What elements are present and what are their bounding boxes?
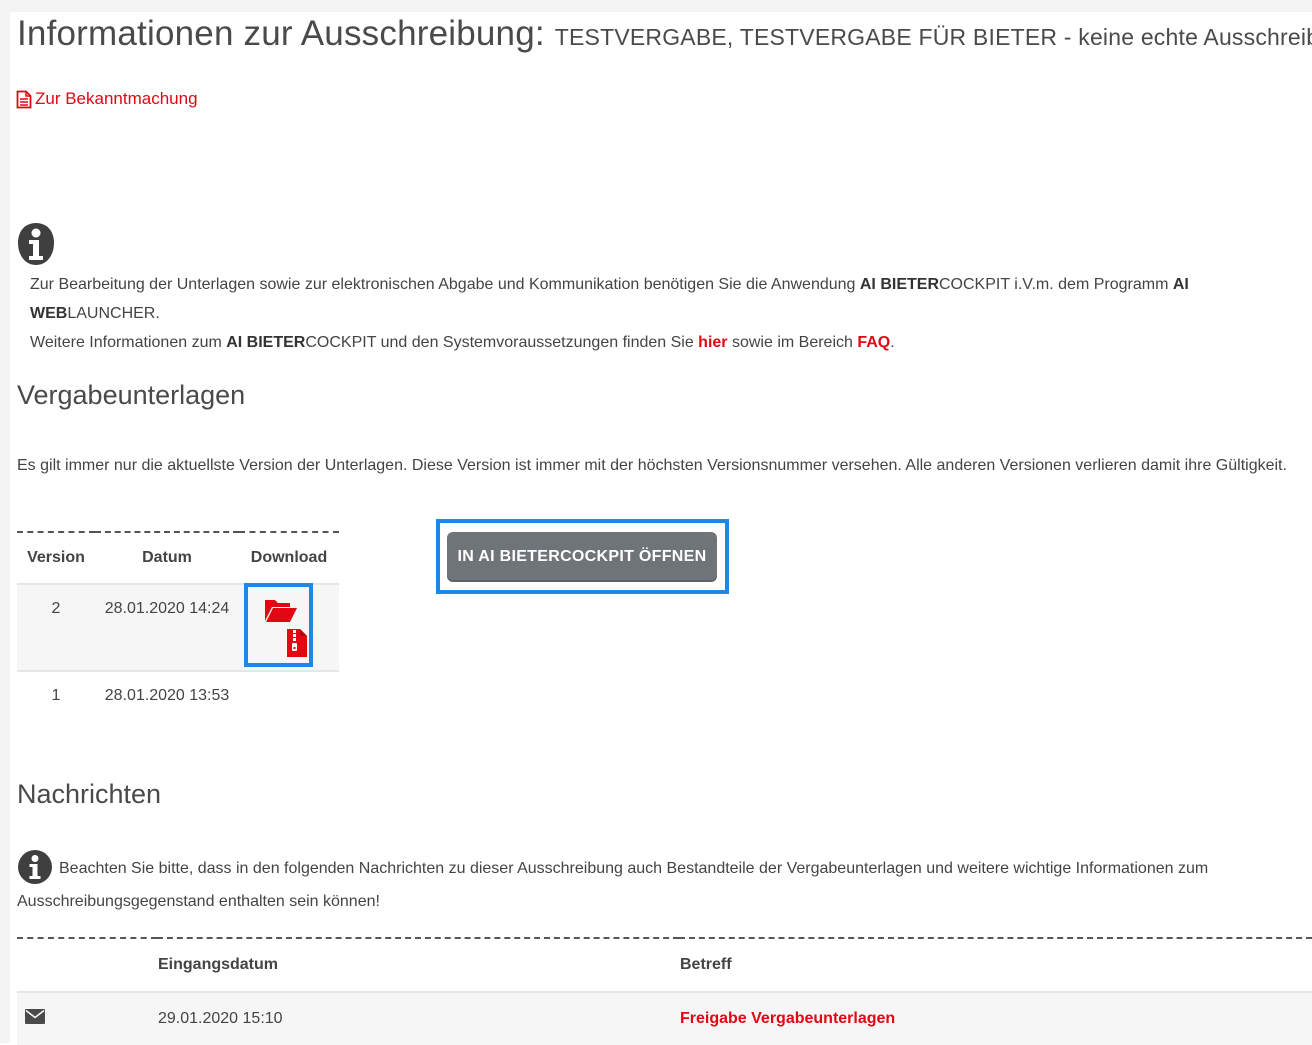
page-subtitle: TESTVERGABE, TESTVERGABE FÜR BIETER - ke… — [554, 24, 1312, 50]
download-highlight-box — [244, 583, 313, 667]
download-cell — [239, 671, 339, 727]
faq-link[interactable]: FAQ — [857, 334, 890, 351]
cockpit-label: COCKPIT — [939, 276, 1010, 293]
ai-bieter-label: AI BIETER — [859, 276, 939, 293]
info-text-part: . — [890, 334, 895, 351]
messages-table: Eingangsdatum Betreff 29.01.2020 15:10 F… — [17, 937, 1312, 1045]
table-row[interactable]: 29.01.2020 15:10 Freigabe Vergabeunterla… — [17, 992, 1312, 1045]
announcement-link[interactable]: Zur Bekanntmachung — [16, 89, 198, 109]
column-header-download: Download — [239, 532, 339, 585]
info-text: Zur Bearbeitung der Unterlagen sowie zur… — [30, 270, 1280, 357]
column-header-icon — [17, 938, 157, 993]
info-paragraph-2: Weitere Informationen zum AI BIETERCOCKP… — [30, 328, 1280, 357]
launcher-label: LAUNCHER — [67, 305, 156, 322]
info-text-part: i.V.m. dem Programm — [1009, 276, 1173, 293]
info-text-part: Zur Bearbeitung der Unterlagen sowie zur… — [30, 276, 860, 293]
vergabeunterlagen-heading: Vergabeunterlagen — [17, 380, 246, 410]
message-subject-cell: Freigabe Vergabeunterlagen — [679, 992, 1312, 1045]
info-icon — [18, 223, 54, 265]
version-cell: 1 — [51, 687, 61, 704]
info-text-part: . — [155, 305, 160, 322]
nachrichten-note: Beachten Sie bitte, dass in den folgende… — [17, 860, 1209, 910]
page-title-text: Informationen zur Ausschreibung: — [17, 14, 545, 53]
column-header-datum: Datum — [95, 532, 239, 585]
column-header-eingangsdatum: Eingangsdatum — [157, 938, 679, 993]
page-title: Informationen zur Ausschreibung: TESTVER… — [17, 14, 1312, 54]
announcement-link-label: Zur Bekanntmachung — [35, 89, 198, 108]
message-subject-link[interactable]: Freigabe Vergabeunterlagen — [680, 1010, 895, 1027]
datum-cell: 28.01.2020 14:24 — [95, 584, 239, 672]
info-paragraph-1: Zur Bearbeitung der Unterlagen sowie zur… — [30, 270, 1280, 328]
message-icon-cell — [17, 992, 157, 1045]
table-row: 1 28.01.2020 13:53 — [17, 671, 339, 727]
open-in-bietercockpit-button[interactable]: IN AI BIETERCOCKPIT ÖFFNEN — [447, 532, 717, 582]
column-header-betreff: Betreff — [679, 938, 1312, 993]
info-text-part: Weitere Informationen zum — [30, 334, 227, 351]
messages-table-header: Eingangsdatum Betreff — [17, 938, 1312, 993]
envelope-icon — [25, 1009, 45, 1024]
hier-link[interactable]: hier — [698, 334, 727, 351]
column-header-version: Version — [17, 532, 95, 585]
info-text-part: sowie im Bereich — [727, 334, 858, 351]
message-date: 29.01.2020 15:10 — [157, 992, 679, 1045]
nachrichten-heading: Nachrichten — [17, 779, 162, 809]
version-cell: 2 — [17, 584, 95, 672]
versions-table-header: Version Datum Download — [17, 532, 339, 585]
document-icon — [16, 90, 32, 108]
cockpit-label: COCKPIT — [305, 334, 377, 351]
vergabeunterlagen-note: Es gilt immer nur die aktuellste Version… — [17, 457, 1287, 474]
ai-bieter-label: AI BIETER — [226, 334, 306, 351]
datum-cell: 28.01.2020 13:53 — [104, 687, 230, 704]
info-text-part: und den Systemvoraussetzungen finden Sie — [376, 334, 699, 351]
